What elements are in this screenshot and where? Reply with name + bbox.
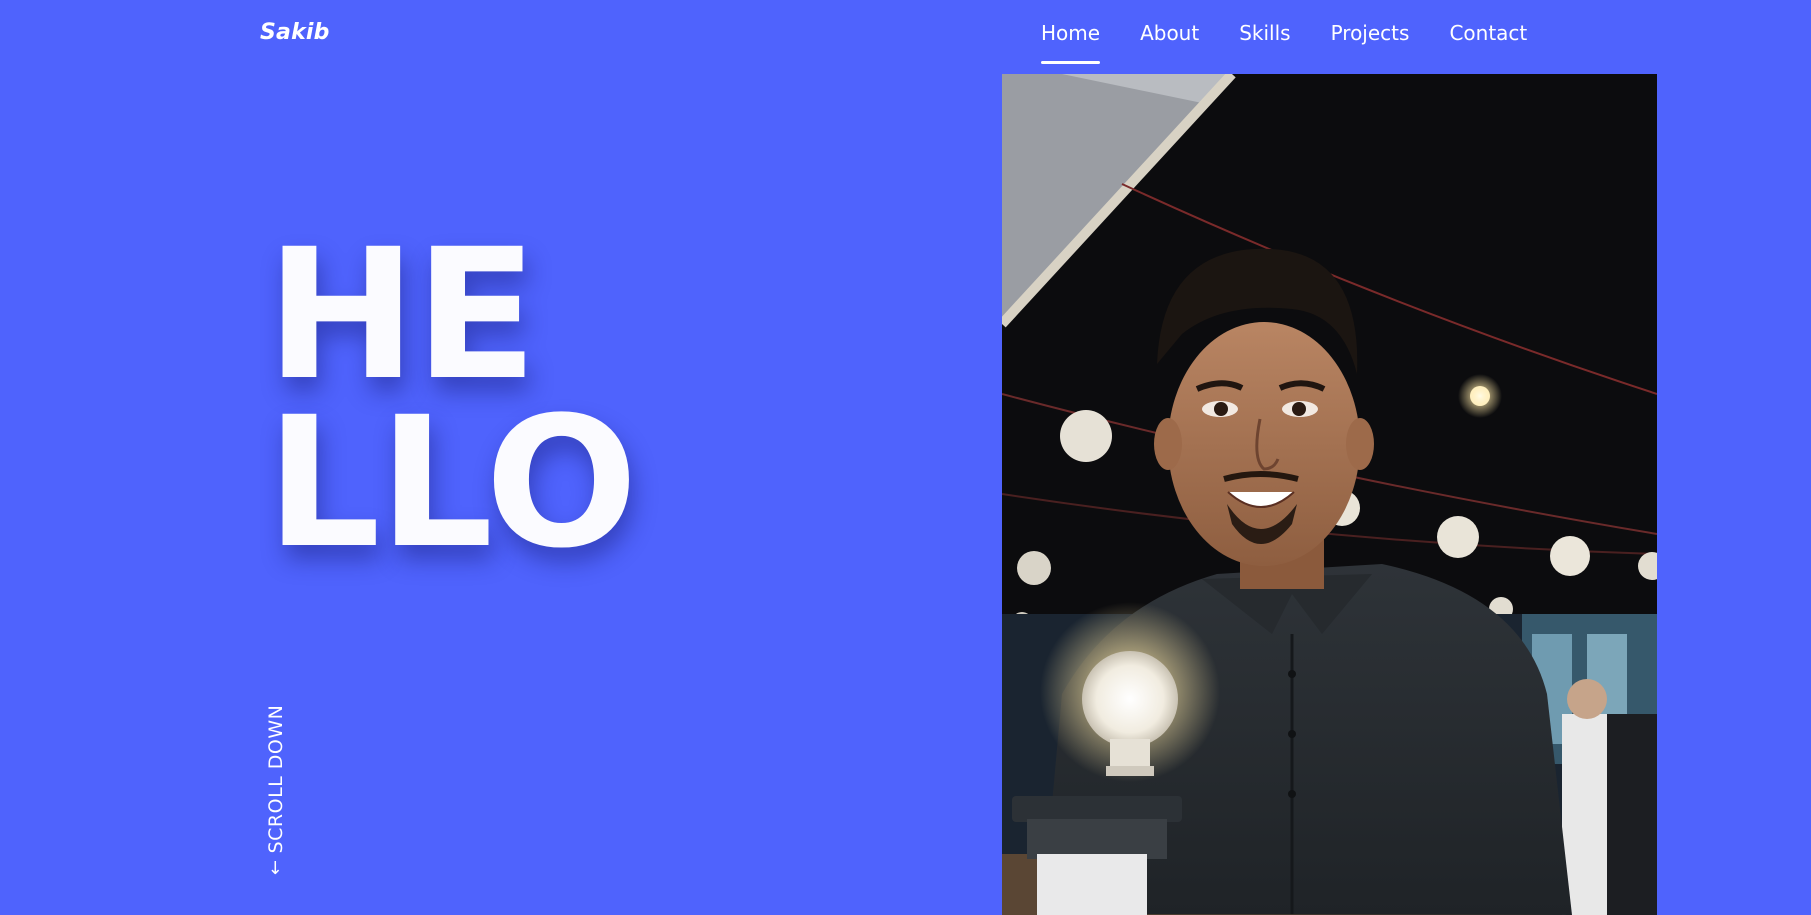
scroll-down-link[interactable]: ← SCROLL DOWN	[265, 705, 287, 875]
site-logo[interactable]: Sakib	[260, 20, 330, 45]
hero-heading-line-1: HE	[266, 211, 538, 420]
nav-contact[interactable]: Contact	[1449, 20, 1527, 66]
nav-projects[interactable]: Projects	[1331, 20, 1410, 66]
nav-home[interactable]: Home	[1041, 20, 1101, 66]
arrow-down-icon: ←	[265, 859, 286, 875]
profile-photo-illustration	[1002, 74, 1657, 915]
scroll-down-label: SCROLL DOWN	[265, 704, 287, 854]
nav-skills[interactable]: Skills	[1239, 20, 1290, 66]
main-nav: Home About Skills Projects Contact	[1041, 20, 1527, 66]
hero-heading-line-2: LLO	[266, 379, 638, 588]
profile-photo	[1002, 74, 1657, 915]
hero-heading: HE LLO	[266, 211, 638, 588]
nav-about[interactable]: About	[1140, 20, 1199, 66]
site-header: Sakib Home About Skills Projects Contact	[0, 0, 1811, 70]
